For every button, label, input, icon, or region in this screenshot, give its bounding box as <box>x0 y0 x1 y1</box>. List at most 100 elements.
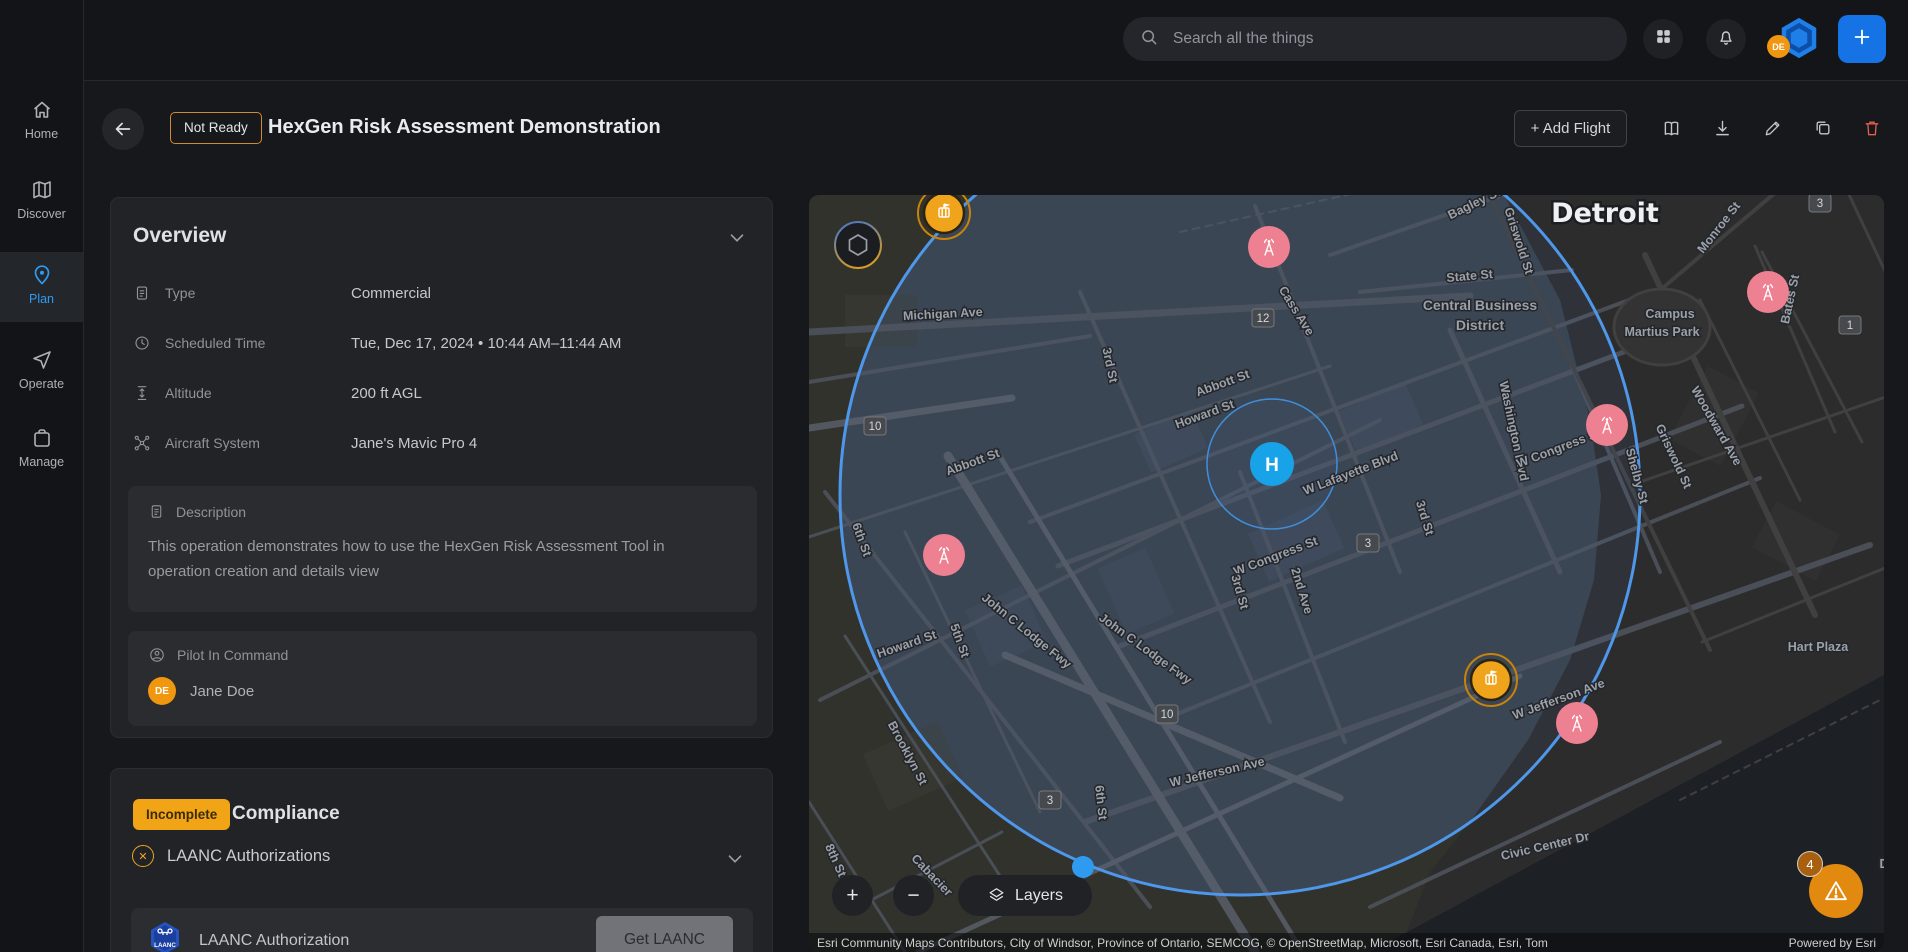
map-canvas[interactable]: Bagley St Cass Ave Michigan Ave State St… <box>809 195 1884 952</box>
orange-advisory-marker[interactable] <box>1465 654 1517 706</box>
pilot-avatar: DE <box>148 677 176 705</box>
map-mode-button[interactable] <box>833 220 883 270</box>
overview-row-aircraft: Aircraft System Jane's Mavic Pro 4 <box>133 429 477 457</box>
overview-row-type: Type Commercial <box>133 279 431 307</box>
clipboard-case-icon <box>30 426 54 450</box>
page-title: HexGen Risk Assessment Demonstration <box>268 116 661 139</box>
chevron-down-icon <box>724 847 746 869</box>
sidebar-item-home[interactable]: Home <box>0 92 83 152</box>
apps-grid-button[interactable] <box>1643 19 1683 59</box>
svg-text:Campus: Campus <box>1645 307 1694 321</box>
drone-icon <box>133 434 153 452</box>
plus-icon <box>1851 26 1873 53</box>
map-attribution: Esri Community Maps Contributors, City o… <box>809 933 1884 952</box>
svg-text:Hart Plaza: Hart Plaza <box>1788 640 1849 654</box>
back-button[interactable] <box>102 108 144 150</box>
pilot-label: Pilot In Command <box>177 647 288 663</box>
pilot-box: Pilot In Command DE Jane Doe <box>128 631 757 726</box>
paper-plane-icon <box>30 348 54 372</box>
pilot-name: Jane Doe <box>190 683 254 700</box>
row-label: Altitude <box>165 385 351 401</box>
svg-text:10: 10 <box>1161 709 1174 721</box>
svg-text:H: H <box>1265 455 1279 476</box>
pink-tower-marker[interactable] <box>1586 404 1628 446</box>
sidebar-item-label: Operate <box>0 377 83 391</box>
overview-row-scheduled-time: Scheduled Time Tue, Dec 17, 2024 • 10:44… <box>133 329 621 357</box>
pink-tower-marker[interactable] <box>1248 226 1290 268</box>
zoom-in-button[interactable]: + <box>832 875 873 916</box>
laanc-item-label: LAANC Authorization <box>199 932 349 950</box>
sidebar-item-operate[interactable]: Operate <box>0 342 83 402</box>
pencil-icon <box>1763 118 1783 138</box>
map-icon <box>30 178 54 202</box>
svg-text:12: 12 <box>1257 313 1270 325</box>
delete-button[interactable] <box>1853 109 1891 147</box>
pink-tower-marker[interactable] <box>1556 702 1598 744</box>
copy-icon <box>1813 118 1833 138</box>
search-input[interactable] <box>1171 29 1611 49</box>
trash-icon <box>1862 118 1882 138</box>
sidebar-item-label: Discover <box>0 207 83 221</box>
row-value: Tue, Dec 17, 2024 • 10:44 AM–11:44 AM <box>351 335 621 352</box>
sidebar-item-label: Home <box>0 127 83 141</box>
radius-drag-handle[interactable] <box>1072 856 1094 878</box>
compliance-card: Incomplete Compliance ✕ LAANC Authorizat… <box>110 768 773 952</box>
sidebar-item-label: Plan <box>0 292 83 306</box>
person-icon <box>148 646 166 664</box>
add-flight-button[interactable]: + Add Flight <box>1514 110 1627 147</box>
download-icon <box>1712 118 1733 139</box>
layers-label: Layers <box>1015 887 1063 905</box>
sidebar-item-plan[interactable]: Plan <box>0 252 83 322</box>
duplicate-button[interactable] <box>1804 109 1842 147</box>
svg-text:D: D <box>1879 857 1884 871</box>
description-text: This operation demonstrates how to use t… <box>148 534 688 584</box>
overview-title: Overview <box>133 224 226 248</box>
description-label: Description <box>176 504 246 520</box>
create-button[interactable] <box>1838 15 1886 63</box>
row-label: Aircraft System <box>165 435 351 451</box>
row-value: Jane's Mavic Pro 4 <box>351 435 477 452</box>
powered-by-esri[interactable]: Powered by Esri <box>1789 936 1876 950</box>
overview-card: Overview Type Commercial Scheduled Time … <box>110 197 773 738</box>
search-icon <box>1139 27 1159 52</box>
sidebar-item-discover[interactable]: Discover <box>0 172 83 232</box>
svg-text:LAANC: LAANC <box>154 942 176 949</box>
compliance-title: Compliance <box>232 803 340 825</box>
clock-icon <box>133 334 153 352</box>
get-laanc-button[interactable]: Get LAANC <box>596 916 733 952</box>
pink-tower-marker[interactable] <box>1747 271 1789 313</box>
edit-button[interactable] <box>1754 109 1792 147</box>
logbook-button[interactable] <box>1652 109 1690 147</box>
layers-icon <box>987 886 1006 905</box>
clipboard-icon <box>133 284 153 302</box>
location-pin-icon <box>30 263 54 287</box>
laanc-authorization-item: LAANC LAANC Authorization Get LAANC <box>131 908 753 952</box>
laanc-logo: LAANC <box>149 921 181 952</box>
svg-text:1: 1 <box>1847 320 1853 332</box>
circle-x-icon: ✕ <box>132 845 154 867</box>
warning-triangle-icon <box>1822 877 1850 905</box>
chevron-down-icon <box>726 226 748 248</box>
sidebar-item-manage[interactable]: Manage <box>0 420 83 480</box>
svg-text:Central Business: Central Business <box>1423 297 1538 313</box>
overview-collapse-button[interactable] <box>726 226 748 253</box>
notifications-button[interactable] <box>1706 19 1746 59</box>
layers-button[interactable]: Layers <box>958 875 1092 916</box>
book-open-icon <box>1661 118 1682 139</box>
alert-count-badge: 4 <box>1797 851 1823 877</box>
laanc-collapse-button[interactable] <box>724 847 746 874</box>
city-label: Detroit <box>1551 198 1659 229</box>
arrow-left-icon <box>112 118 134 140</box>
home-point-marker[interactable]: H <box>1250 442 1294 486</box>
home-icon <box>30 98 54 122</box>
pink-tower-marker[interactable] <box>923 534 965 576</box>
download-button[interactable] <box>1703 109 1741 147</box>
svg-text:3: 3 <box>1817 198 1823 210</box>
zoom-out-button[interactable]: − <box>893 875 934 916</box>
row-label: Scheduled Time <box>165 335 351 351</box>
svg-text:District: District <box>1456 317 1505 333</box>
grid-icon <box>1654 27 1673 51</box>
avatar-initials-badge: DE <box>1767 35 1790 58</box>
bell-icon <box>1716 27 1736 52</box>
laanc-section-row[interactable]: ✕ LAANC Authorizations <box>132 845 330 867</box>
